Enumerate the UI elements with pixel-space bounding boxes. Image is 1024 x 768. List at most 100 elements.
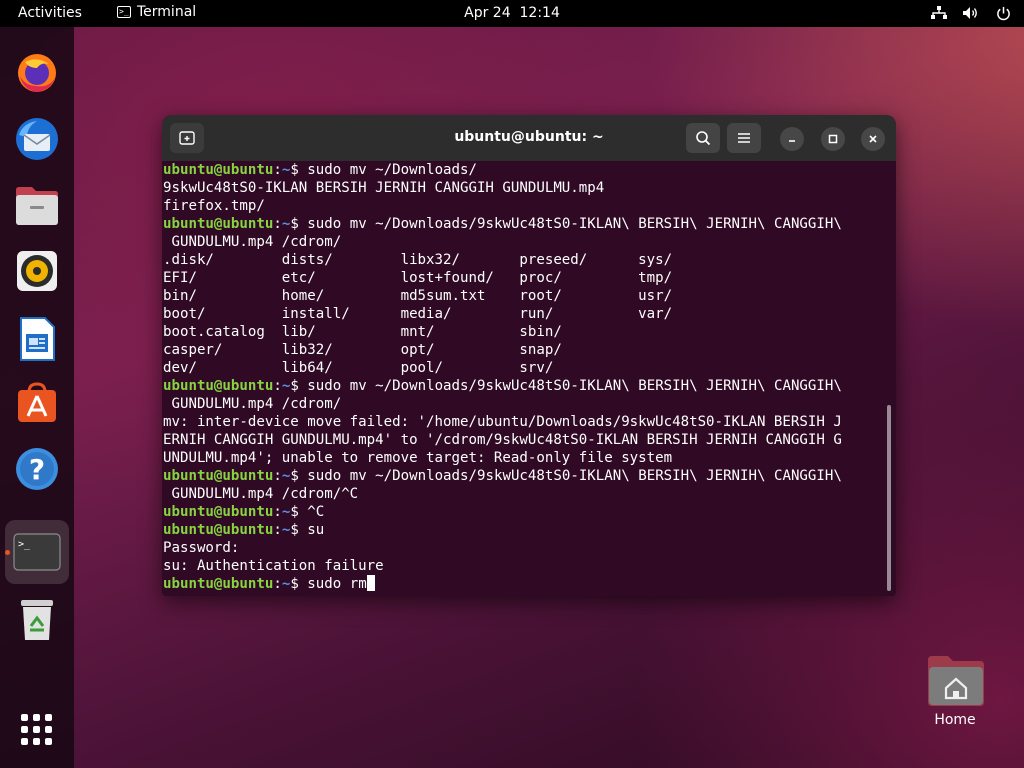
terminal-output-line: boot/ install/ media/ run/ var/ <box>163 305 881 323</box>
maximize-button[interactable] <box>821 127 845 151</box>
firefox-icon <box>18 54 56 92</box>
prompt-colon: : <box>273 162 282 178</box>
title-bar[interactable]: ubuntu@ubuntu: ~ <box>162 115 896 161</box>
terminal-output-line: mv: inter-device move failed: '/home/ubu… <box>163 413 881 431</box>
dock-item-thunderbird[interactable] <box>11 113 63 165</box>
help-icon: ? <box>16 448 58 490</box>
prompt-sign: $ <box>290 576 308 592</box>
command-text: ^C <box>307 504 325 520</box>
running-indicator <box>5 550 10 555</box>
command-text: sudo mv ~/Downloads/9skwUc48tS0-IKLAN\ B… <box>307 378 842 394</box>
menu-button[interactable] <box>727 123 761 153</box>
prompt-user: ubuntu@ubuntu <box>163 468 274 484</box>
terminal-output-line: UNDULMU.mp4'; unable to remove target: R… <box>163 449 881 467</box>
terminal-prompt-line: ubuntu@ubuntu:~$ su <box>163 521 881 539</box>
output-text: 9skwUc48tS0-IKLAN BERSIH JERNIH CANGGIH … <box>163 180 605 196</box>
terminal-output-line: .disk/ dists/ libx32/ preseed/ sys/ <box>163 251 881 269</box>
prompt-sign: $ <box>290 378 308 394</box>
scrollbar[interactable] <box>887 405 891 591</box>
terminal-prompt-line: ubuntu@ubuntu:~$ sudo mv ~/Downloads/9sk… <box>163 377 881 395</box>
output-text: Password: <box>163 540 248 556</box>
terminal-cursor <box>366 575 375 591</box>
terminal-prompt-line: ubuntu@ubuntu:~$ sudo mv ~/Downloads/ <box>163 161 881 179</box>
terminal-prompt-line: ubuntu@ubuntu:~$ sudo mv ~/Downloads/9sk… <box>163 215 881 233</box>
dock: ? >_ <box>0 27 74 768</box>
output-text: EFI/ etc/ lost+found/ proc/ tmp/ <box>163 270 673 286</box>
power-icon[interactable] <box>994 4 1012 22</box>
dock-item-show-apps[interactable] <box>11 704 63 756</box>
prompt-colon: : <box>273 576 282 592</box>
output-text: boot/ install/ media/ run/ var/ <box>163 306 673 322</box>
terminal-window[interactable]: ubuntu@ubuntu: ~ ubuntu@ubuntu:~$ sudo m… <box>162 115 896 596</box>
prompt-colon: : <box>273 504 282 520</box>
desktop-home-label: Home <box>934 712 976 728</box>
system-tray[interactable] <box>930 4 1012 22</box>
top-bar: Activities >_ Terminal Apr 24 12:14 <box>0 0 1024 27</box>
output-text: GUNDULMU.mp4 /cdrom/ <box>163 396 342 412</box>
maximize-icon <box>828 134 838 144</box>
prompt-user: ubuntu@ubuntu <box>163 522 274 538</box>
close-button[interactable] <box>861 127 885 151</box>
output-text: GUNDULMU.mp4 /cdrom/^C <box>163 486 359 502</box>
desktop-home-item[interactable]: Home <box>922 654 988 728</box>
home-folder-icon <box>928 656 984 706</box>
terminal-output[interactable]: ubuntu@ubuntu:~$ sudo mv ~/Downloads/9sk… <box>163 161 881 596</box>
terminal-output-line: GUNDULMU.mp4 /cdrom/ <box>163 233 881 251</box>
terminal-output-line: GUNDULMU.mp4 /cdrom/ <box>163 395 881 413</box>
terminal-output-line: firefox.tmp/ <box>163 197 881 215</box>
search-button[interactable] <box>686 123 720 153</box>
network-icon[interactable] <box>930 4 948 22</box>
output-text: mv: inter-device move failed: '/home/ubu… <box>163 414 842 430</box>
dock-item-writer[interactable] <box>11 313 63 365</box>
dock-item-rhythmbox[interactable] <box>11 245 63 297</box>
prompt-user: ubuntu@ubuntu <box>163 378 274 394</box>
minimize-button[interactable] <box>780 127 804 151</box>
prompt-colon: : <box>273 468 282 484</box>
command-text: sudo mv ~/Downloads/ <box>307 162 477 178</box>
clock-container: Apr 24 12:14 <box>0 5 1024 21</box>
terminal-output-line: boot.catalog lib/ mnt/ sbin/ <box>163 323 881 341</box>
minimize-icon <box>789 140 795 142</box>
search-icon <box>696 131 711 146</box>
prompt-user: ubuntu@ubuntu <box>163 162 274 178</box>
prompt-colon: : <box>273 378 282 394</box>
output-text: bin/ home/ md5sum.txt root/ usr/ <box>163 288 673 304</box>
command-text: sudo rm <box>307 576 367 592</box>
clock[interactable]: Apr 24 12:14 <box>464 5 560 21</box>
dock-item-firefox[interactable] <box>11 46 63 98</box>
prompt-colon: : <box>273 216 282 232</box>
software-icon <box>18 382 56 422</box>
command-text: sudo mv ~/Downloads/9skwUc48tS0-IKLAN\ B… <box>307 468 842 484</box>
dock-item-help[interactable]: ? <box>11 443 63 495</box>
dock-item-terminal[interactable]: >_ <box>5 520 69 584</box>
dock-item-files[interactable] <box>11 180 63 232</box>
terminal-output-line: EFI/ etc/ lost+found/ proc/ tmp/ <box>163 269 881 287</box>
svg-text:>_: >_ <box>18 539 31 550</box>
terminal-output-line: su: Authentication failure <box>163 557 881 575</box>
svg-text:?: ? <box>29 453 45 486</box>
prompt-sign: $ <box>290 504 308 520</box>
thunderbird-icon <box>16 118 58 160</box>
output-text: UNDULMU.mp4'; unable to remove target: R… <box>163 450 673 466</box>
command-text: sudo mv ~/Downloads/9skwUc48tS0-IKLAN\ B… <box>307 216 842 232</box>
output-text: ERNIH CANGGIH GUNDULMU.mp4' to '/cdrom/9… <box>163 432 842 448</box>
output-text: casper/ lib32/ opt/ snap/ <box>163 342 562 358</box>
command-text: su <box>307 522 325 538</box>
prompt-user: ubuntu@ubuntu <box>163 216 274 232</box>
hamburger-menu-icon <box>738 133 750 143</box>
dock-item-software[interactable] <box>11 376 63 428</box>
app-grid-icon <box>21 714 52 745</box>
terminal-output-line: Password: <box>163 539 881 557</box>
close-icon <box>869 135 877 143</box>
output-text: GUNDULMU.mp4 /cdrom/ <box>163 234 342 250</box>
prompt-sign: $ <box>290 468 308 484</box>
prompt-sign: $ <box>290 216 308 232</box>
dock-item-trash[interactable] <box>11 593 63 645</box>
files-icon <box>16 187 58 225</box>
writer-icon <box>20 317 55 361</box>
volume-icon[interactable] <box>962 4 980 22</box>
terminal-icon: >_ <box>13 533 61 571</box>
terminal-prompt-line: ubuntu@ubuntu:~$ ^C <box>163 503 881 521</box>
trash-icon <box>21 600 53 640</box>
terminal-output-line: 9skwUc48tS0-IKLAN BERSIH JERNIH CANGGIH … <box>163 179 881 197</box>
